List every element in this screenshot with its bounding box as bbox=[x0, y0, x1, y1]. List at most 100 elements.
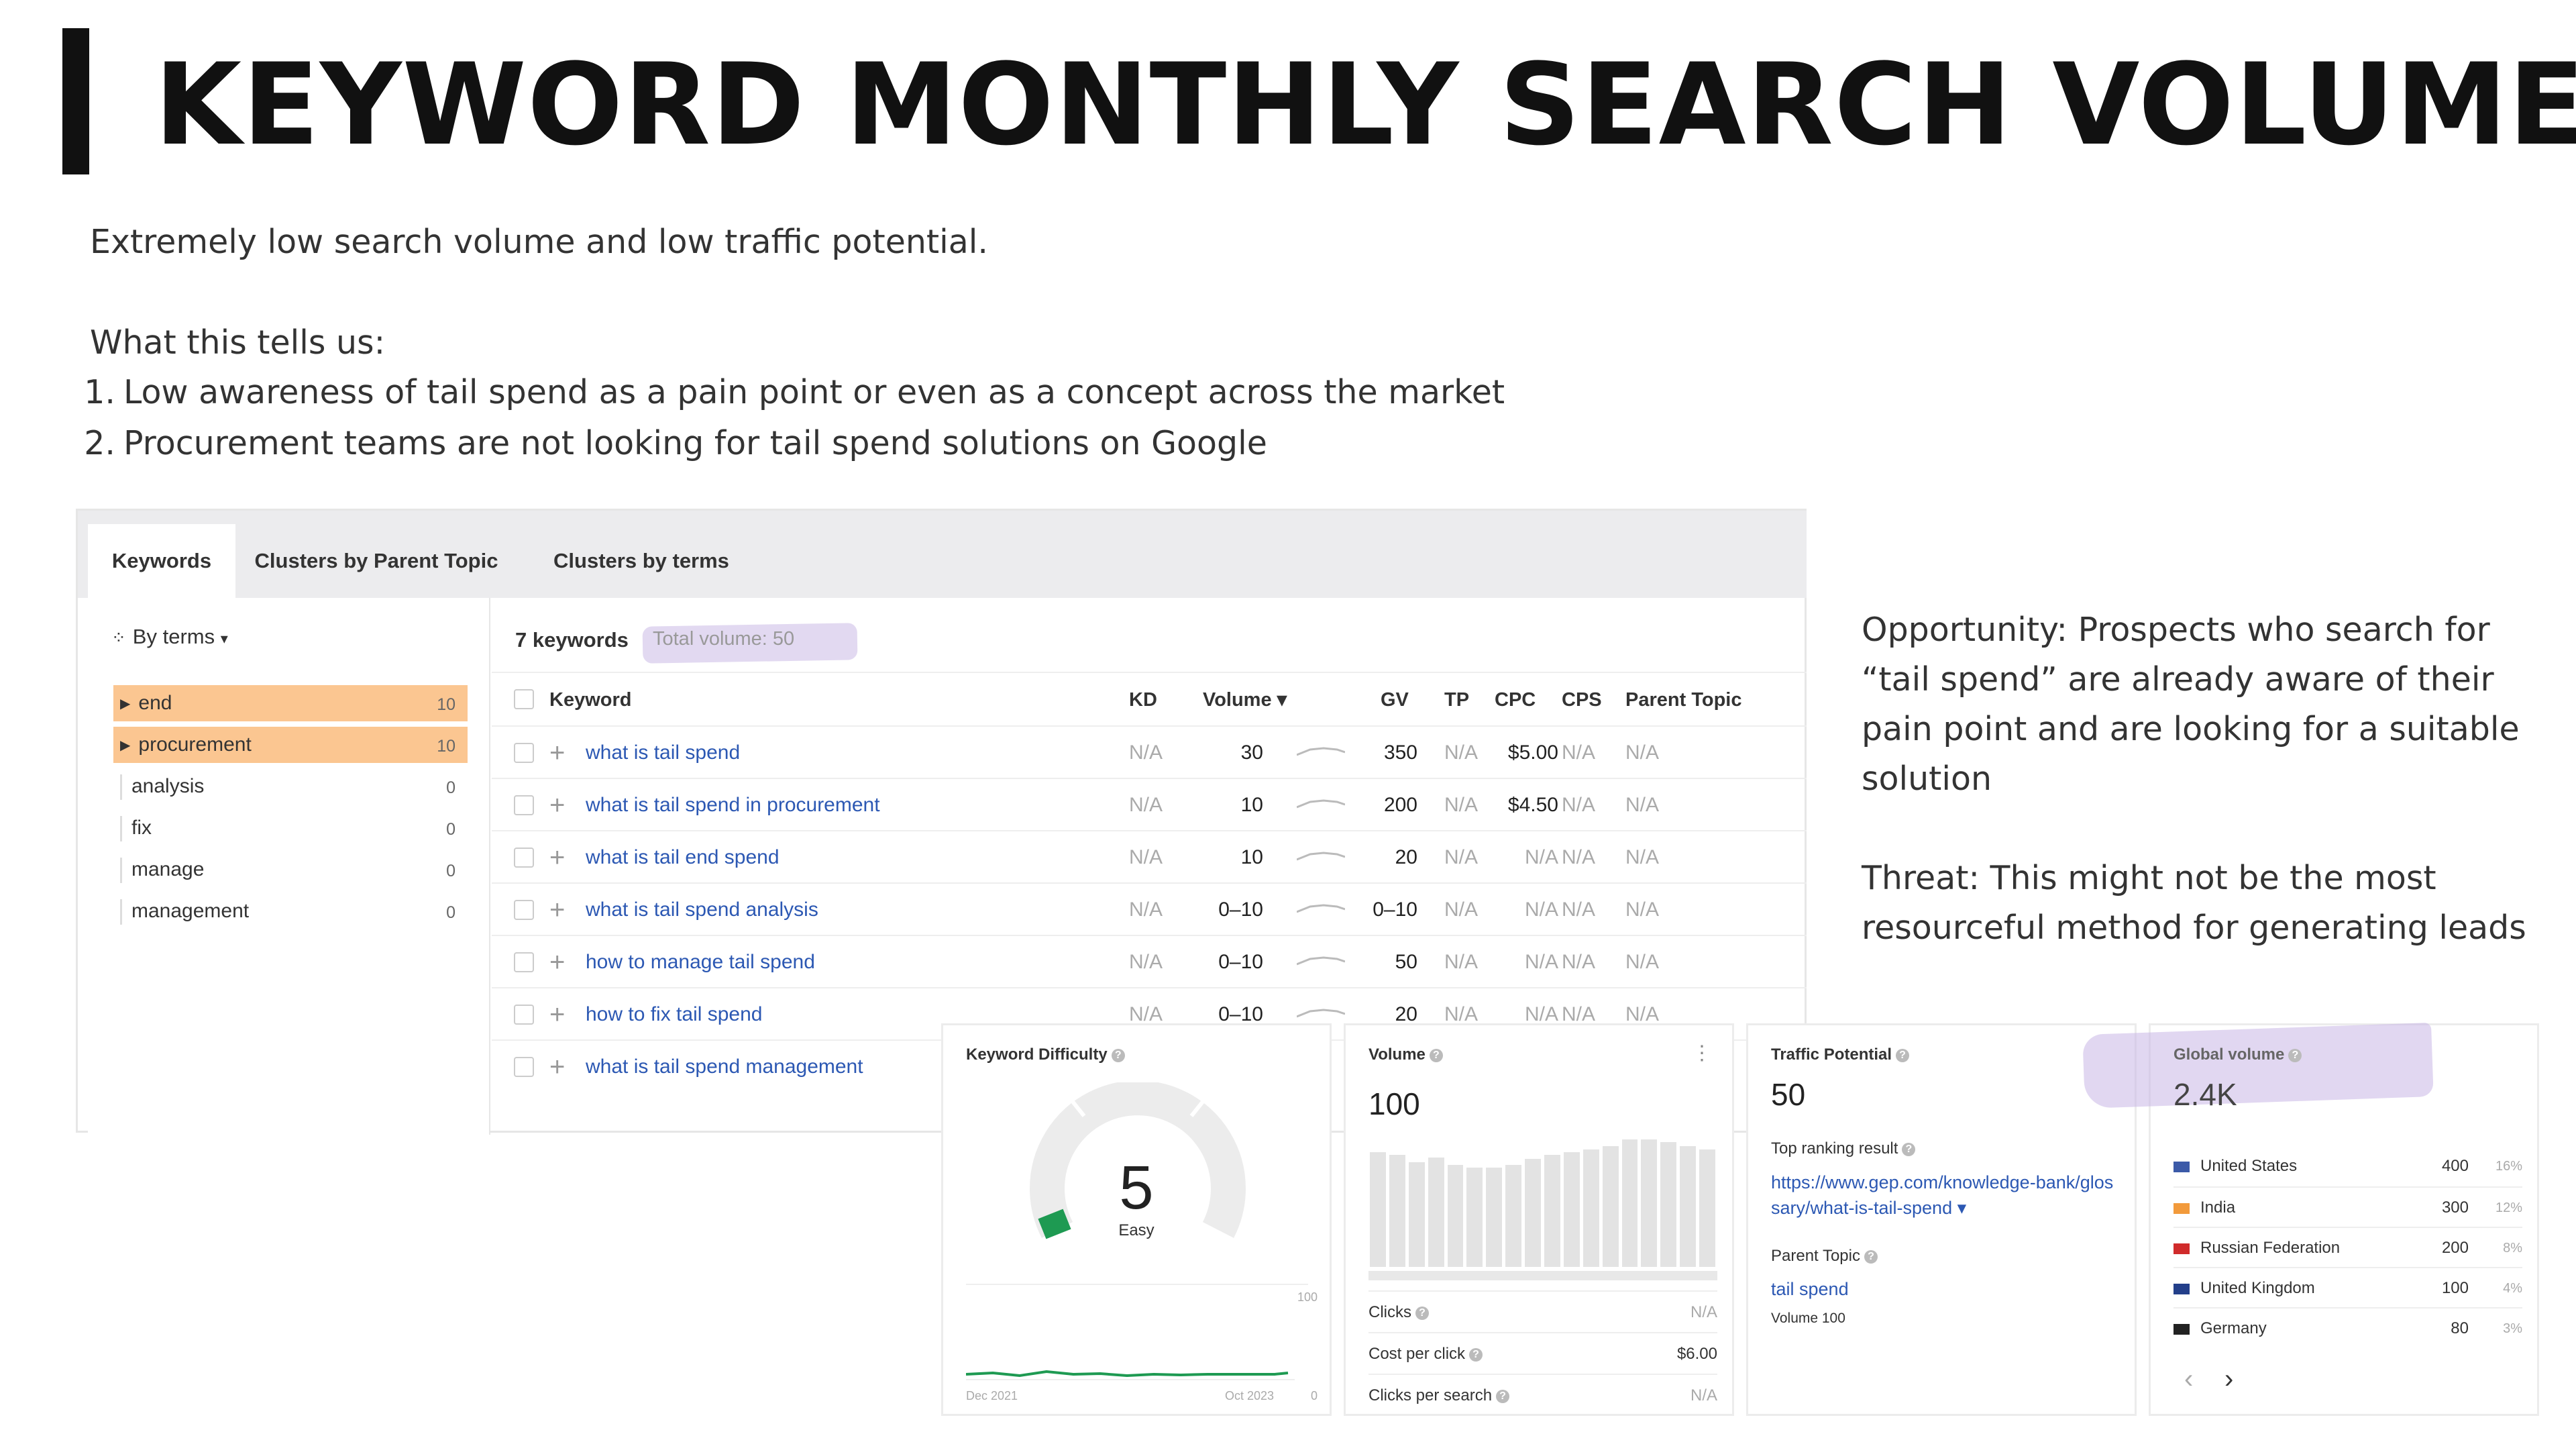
term-item[interactable]: fix 0 bbox=[113, 810, 468, 846]
tab-clusters-terms[interactable]: Clusters by terms bbox=[534, 524, 749, 598]
help-icon[interactable]: ? bbox=[1896, 1048, 1910, 1062]
side-notes: Opportunity: Prospects who search for “t… bbox=[1862, 605, 2546, 1003]
metric-label: Clicks bbox=[1368, 1303, 1411, 1321]
term-count: 0 bbox=[446, 903, 455, 922]
keyword-link[interactable]: what is tail spend management bbox=[586, 1041, 863, 1093]
volume-bar bbox=[1602, 1145, 1619, 1267]
volume-bar bbox=[1466, 1167, 1483, 1267]
more-menu-icon[interactable]: ⋮ bbox=[1692, 1041, 1712, 1065]
row-checkbox[interactable] bbox=[514, 795, 534, 815]
parent-topic-link[interactable]: tail spend bbox=[1771, 1279, 1849, 1300]
help-icon[interactable]: ? bbox=[1902, 1142, 1916, 1156]
caret-right-icon: ▶ bbox=[120, 697, 131, 712]
term-count: 0 bbox=[446, 820, 455, 839]
keyword-link[interactable]: what is tail spend analysis bbox=[586, 884, 818, 936]
country-volume: 80 bbox=[2451, 1319, 2469, 1337]
volume-range-slider[interactable] bbox=[1368, 1271, 1717, 1280]
country-name: India bbox=[2200, 1198, 2236, 1217]
country-name: Germany bbox=[2200, 1319, 2267, 1337]
tab-keywords[interactable]: Keywords bbox=[88, 524, 235, 598]
term-item[interactable]: manage 0 bbox=[113, 852, 468, 888]
term-item[interactable]: ▶ end 10 bbox=[113, 685, 468, 721]
next-page-button[interactable]: › bbox=[2224, 1364, 2233, 1394]
flag-icon bbox=[2174, 1323, 2190, 1335]
col-parent-topic[interactable]: Parent Topic bbox=[1625, 673, 1742, 727]
term-item[interactable]: management 0 bbox=[113, 893, 468, 929]
tab-bar: Keywords Clusters by Parent Topic Cluste… bbox=[78, 511, 1807, 598]
keyword-link[interactable]: how to manage tail spend bbox=[586, 936, 815, 988]
help-icon[interactable]: ? bbox=[1496, 1389, 1510, 1403]
kd-value: 5 bbox=[1119, 1154, 1154, 1222]
country-percent: 3% bbox=[2503, 1321, 2522, 1336]
metric-value: N/A bbox=[1690, 1303, 1717, 1321]
list-text: Low awareness of tail spend as a pain po… bbox=[123, 373, 1505, 411]
add-to-list-icon[interactable]: + bbox=[549, 727, 565, 779]
metric-row: Clicks per search? N/A bbox=[1368, 1374, 1717, 1415]
title-accent-bar bbox=[62, 28, 89, 174]
prev-page-button[interactable]: ‹ bbox=[2184, 1364, 2193, 1394]
keyword-count: 7 keywords bbox=[515, 628, 629, 652]
col-tp[interactable]: TP bbox=[1444, 673, 1469, 727]
term-count: 0 bbox=[446, 862, 455, 880]
country-percent: 4% bbox=[2503, 1281, 2522, 1296]
keyword-link[interactable]: what is tail end spend bbox=[586, 831, 780, 884]
help-icon[interactable]: ? bbox=[1864, 1249, 1878, 1264]
add-to-list-icon[interactable]: + bbox=[549, 936, 565, 988]
metric-value: N/A bbox=[1690, 1386, 1717, 1404]
keyword-link[interactable]: what is tail spend in procurement bbox=[586, 779, 880, 831]
col-kd[interactable]: KD bbox=[1129, 673, 1157, 727]
country-volume: 100 bbox=[2441, 1279, 2469, 1297]
row-checkbox[interactable] bbox=[514, 1005, 534, 1025]
row-checkbox[interactable] bbox=[514, 952, 534, 972]
volume-bar bbox=[1641, 1139, 1658, 1267]
cell-tp: N/A bbox=[1444, 846, 1479, 868]
term-indent-line bbox=[120, 899, 122, 925]
highlight-mark bbox=[2082, 1022, 2434, 1109]
add-to-list-icon[interactable]: + bbox=[549, 831, 565, 884]
by-terms-dropdown[interactable]: ⁘ By terms ▾ bbox=[111, 625, 228, 649]
gv-title: Global volume? bbox=[2174, 1045, 2302, 1064]
cell-parent: N/A bbox=[1625, 899, 1660, 921]
cell-tp: N/A bbox=[1444, 899, 1479, 921]
col-keyword[interactable]: Keyword bbox=[549, 673, 631, 727]
add-to-list-icon[interactable]: + bbox=[549, 988, 565, 1041]
add-to-list-icon[interactable]: + bbox=[549, 884, 565, 936]
top-ranking-url[interactable]: https://www.gep.com/knowledge-bank/gloss… bbox=[1771, 1170, 2120, 1221]
row-checkbox[interactable] bbox=[514, 1057, 534, 1077]
col-cpc[interactable]: CPC bbox=[1495, 673, 1536, 727]
cell-cpc: N/A bbox=[1524, 951, 1558, 973]
caret-down-icon: ▾ bbox=[220, 630, 228, 647]
country-volume: 200 bbox=[2441, 1239, 2469, 1257]
add-to-list-icon[interactable]: + bbox=[549, 779, 565, 831]
country-volume: 300 bbox=[2441, 1198, 2469, 1217]
help-icon[interactable]: ? bbox=[1429, 1048, 1443, 1062]
col-cps[interactable]: CPS bbox=[1562, 673, 1602, 727]
help-icon[interactable]: ? bbox=[1469, 1347, 1483, 1362]
cell-parent: N/A bbox=[1625, 741, 1660, 764]
col-volume[interactable]: Volume ▾ bbox=[1203, 673, 1287, 727]
help-icon[interactable]: ? bbox=[1415, 1306, 1429, 1320]
keyword-link[interactable]: how to fix tail spend bbox=[586, 988, 762, 1041]
select-all-checkbox[interactable] bbox=[514, 689, 534, 709]
term-item[interactable]: analysis 0 bbox=[113, 768, 468, 805]
country-row: United States 400 16% bbox=[2174, 1146, 2522, 1186]
cluster-icon: ⁘ bbox=[111, 627, 126, 648]
help-icon[interactable]: ? bbox=[1111, 1048, 1125, 1062]
kd-chart-min: 0 bbox=[1310, 1389, 1318, 1402]
tab-clusters-parent-topic[interactable]: Clusters by Parent Topic bbox=[246, 524, 507, 598]
volume-bar bbox=[1525, 1158, 1541, 1267]
keyword-link[interactable]: what is tail spend bbox=[586, 727, 740, 779]
term-item[interactable]: ▶ procurement 10 bbox=[113, 727, 468, 763]
col-gv[interactable]: GV bbox=[1381, 673, 1409, 727]
cell-kd: N/A bbox=[1129, 846, 1163, 868]
add-to-list-icon[interactable]: + bbox=[549, 1041, 565, 1093]
table-row: + what is tail end spend N/A 10 20 N/A N/A N/A N… bbox=[492, 830, 1807, 882]
row-checkbox[interactable] bbox=[514, 900, 534, 920]
help-icon[interactable]: ? bbox=[2288, 1048, 2302, 1062]
trend-sparkline bbox=[1297, 1009, 1345, 1018]
row-checkbox[interactable] bbox=[514, 848, 534, 868]
volume-bar bbox=[1680, 1145, 1697, 1267]
volume-bar bbox=[1428, 1157, 1444, 1267]
row-checkbox[interactable] bbox=[514, 743, 534, 763]
volume-bar bbox=[1563, 1152, 1580, 1267]
